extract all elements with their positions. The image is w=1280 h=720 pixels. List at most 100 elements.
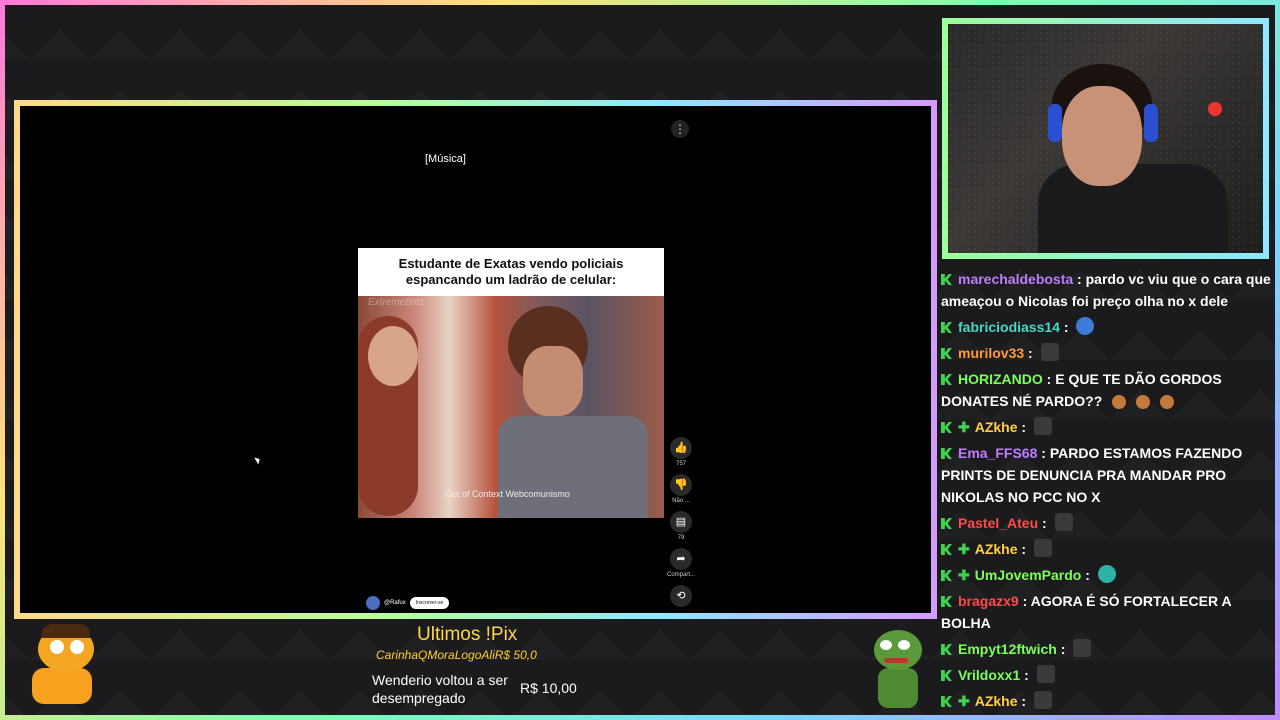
chat-message: marechaldebosta : pardo vc viu que o car… [941, 268, 1271, 312]
chat-separator: : [1018, 593, 1031, 609]
chat-separator: : [1056, 641, 1070, 657]
video-watermark: ExtremeBlitz [368, 297, 425, 308]
chat-separator: : [1017, 693, 1030, 709]
chat-separator: : [1059, 319, 1073, 335]
chat-emote-icon [1097, 565, 1116, 583]
red-light-icon [1208, 102, 1222, 116]
kick-badge-icon [941, 570, 952, 581]
meme-caption: Estudante de Exatas vendo policiais espa… [358, 248, 664, 296]
plus-badge-icon: ✚ [958, 567, 970, 583]
chat-username[interactable]: HORIZANDO [958, 371, 1043, 387]
chat-username[interactable]: AZkhe [975, 541, 1018, 557]
mascot-character [22, 624, 102, 708]
thumbs-up-icon: 👍 [670, 437, 692, 459]
channel-avatar[interactable] [366, 596, 380, 610]
chat-separator: : [1081, 567, 1094, 583]
pix-title: Ultimos !Pix [417, 624, 518, 645]
chat-emote-icon [1076, 317, 1095, 335]
comments-button[interactable]: ▤ 79 [666, 511, 696, 541]
kick-badge-icon [941, 518, 952, 529]
chat-message: bragazx9 : AGORA É SÓ FORTALECER A BOLHA [941, 590, 1271, 634]
chat-username[interactable]: Vrildoxx1 [958, 667, 1020, 683]
kick-badge-icon [941, 274, 952, 285]
webcam-feed [942, 18, 1269, 259]
dislike-label: Não ... [672, 498, 690, 504]
kick-badge-icon [941, 544, 952, 555]
remix-icon: ⟲ [670, 585, 692, 607]
chat-username[interactable]: AZkhe [975, 419, 1018, 435]
chat-message: ✚ UmJovemPardo : [941, 564, 1271, 586]
like-button[interactable]: 👍 757 [666, 437, 696, 467]
chat-username[interactable]: Ema_FFS68 [958, 445, 1037, 461]
kick-badge-icon [941, 644, 952, 655]
plus-badge-icon: ✚ [958, 693, 970, 709]
kick-badge-icon [941, 374, 952, 385]
music-caption: [Música] [425, 153, 466, 165]
chat-message: Ema_FFS68 : PARDO ESTAMOS FAZENDO PRINTS… [941, 442, 1271, 508]
chat-message: fabriciodiass14 : [941, 316, 1271, 338]
chat-message: Pastel_Ateu : [941, 512, 1271, 534]
plus-badge-icon: ✚ [958, 541, 970, 557]
chat-message: ✚ AZkhe : [941, 538, 1271, 560]
share-label: Compart... [666, 572, 695, 578]
chat-emote-icon [1073, 639, 1092, 657]
chat-username[interactable]: fabriciodiass14 [958, 319, 1060, 335]
donut-emote-icon [1160, 395, 1175, 409]
dislike-button[interactable]: 👎 Não ... [666, 474, 696, 504]
chat-separator: : [1020, 667, 1033, 683]
pix-message: Wenderio voltou a ser desempregado [372, 672, 508, 706]
chat-username[interactable]: marechaldebosta [958, 271, 1073, 287]
chat-username[interactable]: Pastel_Ateu [958, 515, 1038, 531]
chat-separator: : [1017, 541, 1030, 557]
chat-separator: : [1038, 515, 1051, 531]
chat-username[interactable]: UmJovemPardo [975, 567, 1082, 583]
chat-separator: : [1073, 271, 1086, 287]
share-button[interactable]: ➦ Compart... [666, 548, 696, 578]
channel-name[interactable]: @Rafux [384, 600, 406, 606]
chat-username[interactable]: bragazx9 [958, 593, 1019, 609]
kick-badge-icon [941, 422, 952, 433]
subscribe-button[interactable]: Inscrever-se [409, 597, 450, 609]
donut-emote-icon [1136, 395, 1151, 409]
chat-emote-icon [1033, 417, 1052, 435]
kick-badge-icon [941, 670, 952, 681]
donut-emote-icon [1112, 395, 1127, 409]
comment-icon: ▤ [670, 511, 692, 533]
chat-message: ✚ AZkhe : [941, 690, 1271, 712]
chat-message: murilov33 : [941, 342, 1271, 364]
chat-message: ✚ AZkhe : [941, 416, 1271, 438]
chat-emote-icon [1033, 539, 1052, 557]
kick-badge-icon [941, 448, 952, 459]
thumbs-down-icon: 👎 [670, 474, 692, 496]
chat-separator: : [1017, 419, 1030, 435]
remix-button[interactable]: ⟲ [666, 585, 696, 607]
chat-separator: : [1037, 445, 1050, 461]
chat-username[interactable]: murilov33 [958, 345, 1024, 361]
chat-separator: : [1042, 371, 1056, 387]
video-overlay-text: Out of Context Webcomunismo [445, 489, 570, 499]
chat-emote-icon [1036, 665, 1055, 683]
kick-badge-icon [941, 322, 952, 333]
more-options-icon[interactable]: ⋮ [671, 120, 689, 138]
chat-emote-icon [1040, 343, 1059, 361]
chat-username[interactable]: AZkhe [975, 693, 1018, 709]
kick-badge-icon [941, 696, 952, 707]
chat-message: HORIZANDO : E QUE TE DÃO GORDOS DONATES … [941, 368, 1271, 412]
chat-message: Empyt12ftwich : [941, 638, 1271, 660]
chat-emote-icon [1054, 513, 1073, 531]
comment-count: 79 [677, 535, 685, 541]
pix-amount: R$ 10,00 [520, 680, 577, 696]
chat-message: Vrildoxx1 : [941, 664, 1271, 686]
chat-separator: : [1024, 345, 1037, 361]
shorts-action-bar: 👍 757 👎 Não ... ▤ 79 ➦ Compart... ⟲ [666, 437, 696, 614]
chat-emote-icon [1033, 691, 1052, 709]
pepe-frog-icon [868, 630, 926, 708]
headphones-icon [1048, 104, 1062, 142]
share-icon: ➦ [670, 548, 692, 570]
chat-username[interactable]: Empyt12ftwich [958, 641, 1057, 657]
channel-row: @Rafux Inscrever-se [366, 596, 450, 610]
chat-panel: marechaldebosta : pardo vc viu que o car… [941, 268, 1271, 716]
kick-badge-icon [941, 348, 952, 359]
plus-badge-icon: ✚ [958, 419, 970, 435]
like-count: 757 [675, 461, 686, 467]
